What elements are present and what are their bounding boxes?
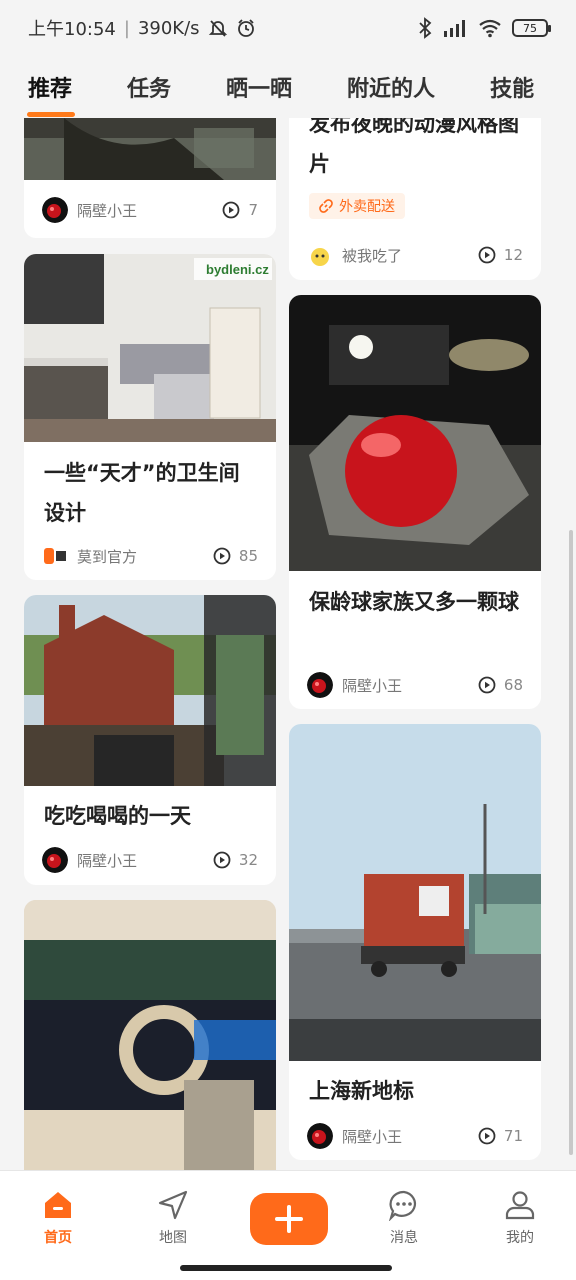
tab-nearby[interactable]: 附近的人 [292,71,435,103]
post-author: 隔壁小王 [77,851,138,870]
signal-icon [444,20,465,37]
play-icon [478,676,496,694]
post-card[interactable]: 上海新地标 隔壁小王 71 [289,724,541,1160]
post-author: 隔壁小王 [77,201,138,220]
brand-logo-icon [42,543,68,569]
view-count: 85 [238,547,258,565]
status-time: 上午10:54 [28,19,116,40]
post-image: bydleni.cz [24,254,276,442]
nav-me[interactable]: 我的 [480,1189,560,1247]
add-post-button[interactable] [250,1193,328,1245]
tab-tasks[interactable]: 任务 [72,71,171,103]
view-count: 71 [503,1127,523,1145]
post-image [289,295,541,571]
post-author: 隔壁小王 [342,1127,403,1146]
play-icon [478,1127,496,1145]
play-icon [213,547,231,565]
post-author: 莫到官方 [77,547,138,566]
scrollbar[interactable] [569,530,573,1155]
avatar [307,242,333,268]
post-image [24,595,276,786]
post-card[interactable]: 隔壁小王 7 [24,118,276,238]
view-count: 7 [248,201,258,219]
home-icon [45,1192,71,1218]
message-icon [388,1190,416,1221]
post-tag[interactable]: 外卖配送 [309,193,405,219]
post-title: 吃吃喝喝的一天 [44,804,191,828]
post-card[interactable]: 保龄球家族又多一颗球 隔壁小王 68 [289,295,541,709]
app-root: 上午10:54 | 390K/s 75 推荐 任务 晒一晒 附近的人 技能 隔壁… [0,0,576,1280]
post-author: 隔壁小王 [342,676,403,695]
status-bar: 上午10:54 | 390K/s 75 [0,0,576,56]
alarm-icon [237,19,254,37]
post-title: 上海新地标 [309,1079,414,1103]
nav-home[interactable]: 首页 [18,1189,98,1247]
plus-icon [275,1205,303,1233]
navigation-icon [158,1190,188,1220]
post-card[interactable]: bydleni.cz 一些“天才”的卫生间设计 莫到官方 85 [24,254,276,580]
link-icon [319,199,333,213]
wifi-icon [479,19,501,38]
play-icon [478,246,496,264]
post-tag-label: 外卖配送 [339,199,395,215]
bottom-nav: 首页 地图 消息 我的 [0,1170,576,1280]
nav-messages[interactable]: 消息 [364,1189,444,1247]
post-title: 保龄球家族又多一颗球 [309,590,519,614]
post-card[interactable] [24,900,276,1170]
play-icon [223,201,240,219]
avatar [307,1123,333,1149]
category-tabs: 推荐 任务 晒一晒 附近的人 技能 [0,56,576,118]
post-card[interactable]: 发布夜晚的动漫风格图片 外卖配送 被我吃了 12 [289,118,541,280]
tab-skills[interactable]: 技能 [435,71,534,103]
post-image [289,724,541,1061]
avatar [307,672,333,698]
post-image [24,118,276,180]
post-title: 一些“天才”的卫生间设计 [44,461,240,525]
tab-recommend[interactable]: 推荐 [0,71,72,103]
post-title: 发布夜晚的动漫风格图片 [309,118,519,176]
svg-text:bydleni.cz: bydleni.cz [206,262,269,277]
view-count: 68 [503,676,523,694]
mute-icon [208,20,227,37]
status-net-speed: 390K/s [137,17,200,39]
bluetooth-icon [419,17,432,39]
post-author: 被我吃了 [342,246,403,265]
user-icon [505,1191,535,1220]
post-card[interactable]: 吃吃喝喝的一天 隔壁小王 32 [24,595,276,885]
view-count: 12 [503,246,523,264]
view-count: 32 [238,851,258,869]
play-icon [213,851,231,869]
home-indicator [180,1265,392,1271]
post-image [24,900,276,1170]
battery-icon: 75 [512,19,551,37]
nav-map[interactable]: 地图 [133,1189,213,1247]
active-tab-indicator [27,112,75,117]
avatar [42,197,68,223]
avatar [42,847,68,873]
post-feed: 隔壁小王 7 bydleni.cz 一些“天才”的卫生间设计 莫到官方 85 吃… [0,118,576,1170]
tab-share[interactable]: 晒一晒 [171,71,292,103]
